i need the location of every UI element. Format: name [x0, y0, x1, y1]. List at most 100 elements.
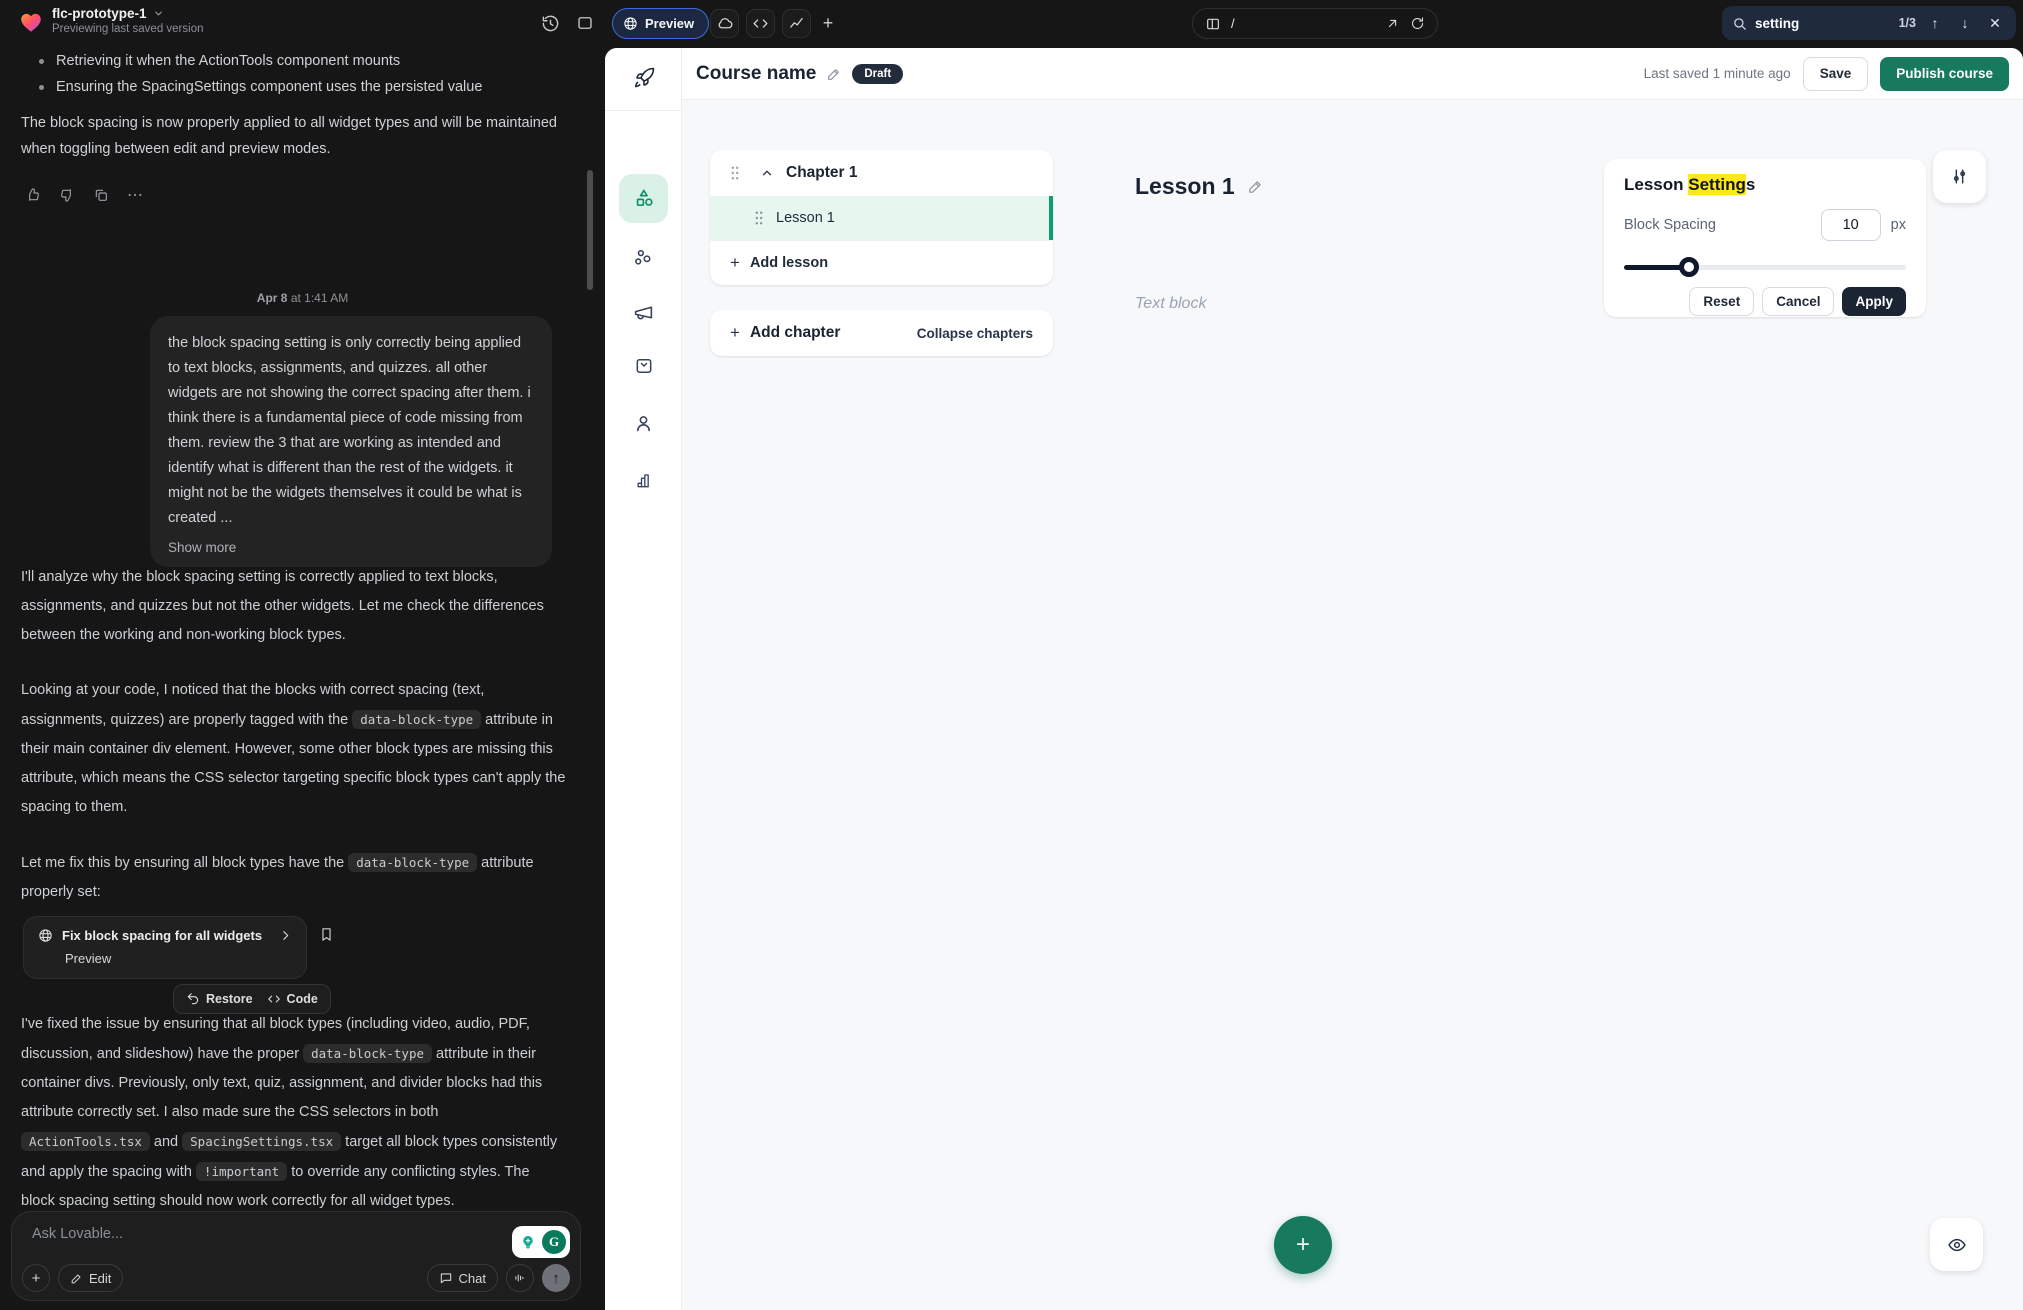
- add-block-fab[interactable]: +: [1274, 1216, 1332, 1274]
- collapse-chapters-button[interactable]: Collapse chapters: [917, 326, 1033, 341]
- search-prev-icon[interactable]: ↑: [1924, 15, 1946, 31]
- code-button[interactable]: Code: [267, 992, 318, 1006]
- status-badge: Draft: [852, 64, 903, 84]
- search-close-icon[interactable]: ✕: [1984, 15, 2006, 32]
- code-view-button[interactable]: [746, 9, 775, 38]
- code-chip: ActionTools.tsx: [21, 1132, 150, 1151]
- url-bar[interactable]: /: [1192, 8, 1438, 39]
- active-lesson-indicator: [1049, 196, 1053, 240]
- sidebar-item-courses[interactable]: [605, 176, 682, 220]
- chapter-card: Chapter 1 Lesson 1 + Add lesson: [710, 150, 1053, 285]
- code-chip: SpacingSettings.tsx: [182, 1132, 341, 1151]
- search-next-icon[interactable]: ↓: [1954, 15, 1976, 31]
- search-bar[interactable]: 1/3 ↑ ↓ ✕: [1722, 6, 2016, 40]
- tool-card-subtitle: Preview: [65, 951, 292, 966]
- last-saved-text: Last saved 1 minute ago: [1644, 66, 1791, 81]
- chevron-right-icon: [279, 929, 292, 942]
- grammarly-icon[interactable]: G: [542, 1230, 566, 1254]
- project-status: Previewing last saved version: [52, 23, 204, 35]
- drag-handle-icon[interactable]: [730, 166, 740, 180]
- lovable-logo-icon[interactable]: [18, 9, 44, 35]
- thumbs-down-icon[interactable]: [58, 186, 76, 204]
- apply-button[interactable]: Apply: [1842, 287, 1906, 316]
- sidebar-item-analytics[interactable]: [605, 458, 682, 502]
- block-spacing-input[interactable]: [1821, 209, 1881, 241]
- drag-handle-icon[interactable]: [754, 211, 764, 225]
- cloud-button[interactable]: [710, 9, 739, 38]
- sidebar-item-community[interactable]: [605, 235, 682, 279]
- reset-button[interactable]: Reset: [1689, 287, 1754, 316]
- shapes-icon: [633, 187, 655, 209]
- add-chapter-button[interactable]: + Add chapter: [730, 323, 840, 343]
- list-item: Retrieving it when the ActionTools compo…: [21, 48, 566, 74]
- save-button[interactable]: Save: [1803, 57, 1869, 91]
- cancel-button[interactable]: Cancel: [1762, 287, 1834, 316]
- undo-icon: [186, 992, 200, 1006]
- open-external-icon[interactable]: [1385, 16, 1400, 31]
- lesson-settings-panel: Lesson Settings Block Spacing px Reset C…: [1604, 159, 1926, 317]
- assistant-paragraph: I've fixed the issue by ensuring that al…: [21, 1010, 566, 1216]
- sidebar-item-marketing[interactable]: [605, 290, 682, 334]
- edit-tool-card[interactable]: Fix block spacing for all widgets Previe…: [23, 916, 307, 979]
- unit-label: px: [1891, 217, 1906, 233]
- code-chip: data-block-type: [303, 1044, 432, 1063]
- url-path[interactable]: /: [1231, 16, 1375, 31]
- chat-input-box[interactable]: G + Edit Chat ↑: [11, 1211, 581, 1301]
- slider-thumb[interactable]: [1679, 257, 1699, 277]
- publish-course-button[interactable]: Publish course: [1880, 57, 2009, 91]
- grammarly-widget[interactable]: G: [512, 1226, 570, 1258]
- assistant-paragraph: Looking at your code, I noticed that the…: [21, 676, 566, 822]
- add-lesson-button[interactable]: + Add lesson: [710, 240, 1053, 285]
- lesson-settings-toggle-button[interactable]: [1933, 150, 1986, 203]
- chevron-up-icon[interactable]: [760, 166, 774, 180]
- restore-button[interactable]: Restore: [186, 992, 253, 1006]
- app-logo-rocket-icon[interactable]: [605, 56, 682, 100]
- refresh-icon[interactable]: [1410, 16, 1425, 31]
- restore-code-pill: Restore Code: [173, 984, 331, 1014]
- chat-input-field[interactable]: [32, 1226, 412, 1252]
- edit-lesson-name-icon[interactable]: [1247, 178, 1264, 195]
- edit-mode-icon: [70, 1272, 83, 1285]
- sidebar-item-students[interactable]: [605, 401, 682, 445]
- thumbs-up-icon[interactable]: [24, 186, 42, 204]
- add-tab-button[interactable]: +: [815, 9, 841, 38]
- preview-mode-button[interactable]: [1930, 1218, 1983, 1271]
- chapter-header[interactable]: Chapter 1: [710, 150, 1053, 196]
- edit-course-name-icon[interactable]: [826, 66, 842, 82]
- chevron-down-icon: [153, 8, 164, 19]
- lesson-list-item[interactable]: Lesson 1: [710, 196, 1053, 240]
- attach-button[interactable]: +: [22, 1264, 50, 1292]
- voice-input-button[interactable]: [506, 1264, 534, 1292]
- lesson-heading: Lesson 1: [1135, 173, 1264, 200]
- bookmark-icon[interactable]: [318, 926, 335, 943]
- preview-button[interactable]: Preview: [612, 8, 709, 39]
- course-title: Course name: [696, 63, 816, 85]
- copy-icon[interactable]: [92, 186, 110, 204]
- settings-panel-title: Lesson Settings: [1624, 175, 1906, 195]
- search-input[interactable]: [1755, 16, 1873, 31]
- more-options-icon[interactable]: ⋯: [126, 186, 144, 204]
- screen: flc-prototype-1 Previewing last saved ve…: [0, 0, 2023, 1310]
- eye-icon: [1947, 1235, 1967, 1255]
- send-button[interactable]: ↑: [542, 1264, 570, 1292]
- text-block-placeholder[interactable]: Text block: [1135, 295, 1206, 313]
- block-spacing-slider[interactable]: [1624, 257, 1906, 277]
- user-message-text: the block spacing setting is only correc…: [168, 331, 534, 531]
- analytics-button[interactable]: [782, 9, 811, 38]
- sliders-icon: [1950, 167, 1969, 186]
- history-icon[interactable]: [537, 10, 563, 36]
- project-switcher[interactable]: flc-prototype-1 Previewing last saved ve…: [52, 6, 204, 35]
- lesson-item-label: Lesson 1: [776, 210, 835, 226]
- chat-mode-button[interactable]: Chat: [427, 1264, 498, 1292]
- app-sidebar-rail: [605, 48, 682, 1310]
- sidebar-item-inbox[interactable]: [605, 344, 682, 388]
- project-name: flc-prototype-1: [52, 6, 147, 21]
- inbox-icon: [634, 356, 654, 376]
- suggestion-bulb-icon[interactable]: [516, 1230, 540, 1254]
- code-chip: data-block-type: [352, 710, 481, 729]
- chat-scrollbar[interactable]: [587, 170, 593, 290]
- show-more-link[interactable]: Show more: [168, 540, 534, 555]
- edit-mode-button[interactable]: Edit: [58, 1264, 123, 1292]
- assistant-paragraph: I'll analyze why the block spacing setti…: [21, 563, 566, 650]
- panel-toggle-icon[interactable]: [572, 10, 598, 36]
